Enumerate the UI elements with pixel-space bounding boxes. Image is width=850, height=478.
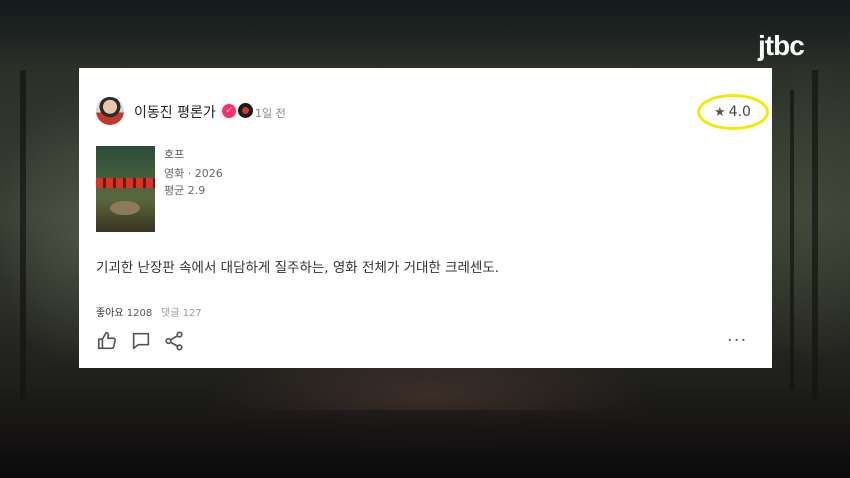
background-tree xyxy=(812,70,818,400)
badge-icon xyxy=(238,103,253,118)
comments-count[interactable]: 댓글 127 xyxy=(161,304,202,319)
more-icon[interactable]: ··· xyxy=(727,330,747,351)
author-avatar[interactable] xyxy=(96,97,124,125)
background-tree xyxy=(790,90,794,390)
poster-figure xyxy=(110,201,140,215)
jtbc-logo: jtbc xyxy=(758,30,805,61)
likes-count: 1208 xyxy=(126,308,153,319)
thumb-up-icon[interactable] xyxy=(96,330,118,352)
background-tree xyxy=(20,70,26,400)
rating-value: 4.0 xyxy=(728,104,751,120)
verified-icon: ✓ xyxy=(222,104,236,118)
star-icon: ★ xyxy=(714,105,726,120)
comment-icon[interactable] xyxy=(130,330,152,352)
review-card: 이동진 평론가 ✓ 1일 전 ★ 4.0 호프 영화 · 2026 평균 2.9 … xyxy=(79,68,772,368)
movie-poster[interactable] xyxy=(96,146,155,232)
background-bottom-band xyxy=(0,410,850,478)
rating-highlight: ★ 4.0 xyxy=(697,94,769,130)
movie-title[interactable]: 호프 xyxy=(164,146,184,162)
rating: ★ 4.0 xyxy=(714,104,751,120)
likes-label: 좋아요 xyxy=(96,308,124,319)
movie-meta: 영화 · 2026 xyxy=(164,167,223,180)
author-name[interactable]: 이동진 평론가 xyxy=(134,102,216,122)
poster-artwork xyxy=(96,178,155,188)
movie-average-rating: 평균 2.9 xyxy=(164,184,206,197)
background-top-band xyxy=(0,0,850,64)
review-text: 기괴한 난장판 속에서 대담하게 질주하는, 영화 전체가 거대한 크레센도. xyxy=(96,260,500,276)
share-icon[interactable] xyxy=(163,330,185,352)
post-time: 1일 전 xyxy=(255,107,286,120)
likes-summary: 좋아요 1208 xyxy=(96,304,152,319)
